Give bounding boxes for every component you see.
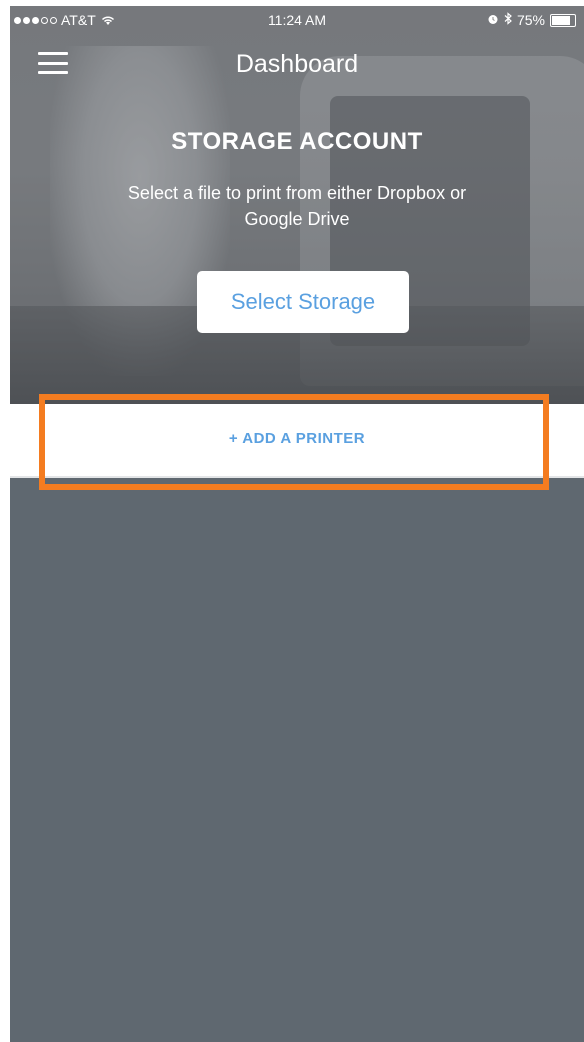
hero-banner: AT&T 11:24 AM 75% Dashboard STORAGE ACCO… [10,6,584,404]
storage-account-heading: STORAGE ACCOUNT [171,128,423,155]
select-storage-button[interactable]: Select Storage [197,271,409,333]
battery-icon [550,13,576,27]
bluetooth-icon [504,12,512,28]
storage-account-description: Select a file to print from either Dropb… [127,183,467,229]
add-printer-button[interactable]: + ADD A PRINTER [10,430,584,447]
nav-bar: Dashboard [10,42,584,86]
app-screen: AT&T 11:24 AM 75% Dashboard STORAGE ACCO… [10,6,584,1042]
status-bar: AT&T 11:24 AM 75% [10,6,584,34]
page-title: Dashboard [235,50,359,78]
add-printer-row[interactable]: + ADD A PRINTER [10,404,584,478]
battery-percent: 75% [516,12,545,28]
status-right: 75% [487,12,576,28]
alarm-icon [487,12,499,28]
